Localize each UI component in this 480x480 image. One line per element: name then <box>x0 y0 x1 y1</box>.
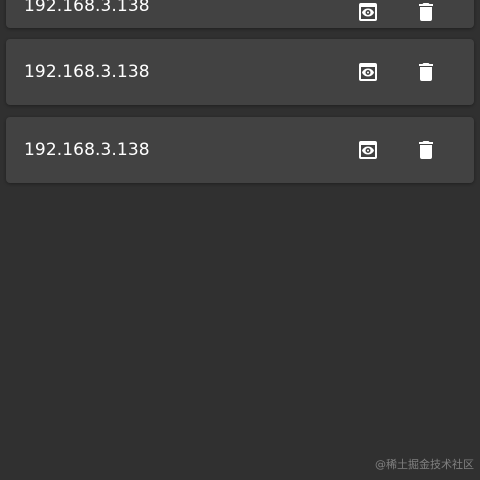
view-button[interactable] <box>350 0 386 30</box>
list-item[interactable]: 192.168.3.138 <box>6 39 474 105</box>
preview-icon <box>356 0 380 24</box>
device-list-screen: 192.168.3.138 192.168.3.138 192.168.3.13… <box>0 0 480 480</box>
preview-icon <box>356 60 380 84</box>
delete-button[interactable] <box>408 0 444 30</box>
watermark: @稀土掘金技术社区 <box>375 458 474 471</box>
list-item[interactable]: 192.168.3.138 <box>6 117 474 183</box>
delete-button[interactable] <box>408 54 444 90</box>
delete-icon <box>414 138 438 162</box>
device-ip-label: 192.168.3.138 <box>24 0 150 16</box>
delete-icon <box>414 0 438 24</box>
view-button[interactable] <box>350 132 386 168</box>
device-ip-label: 192.168.3.138 <box>24 140 150 160</box>
preview-icon <box>356 138 380 162</box>
list-item[interactable]: 192.168.3.138 <box>6 0 474 28</box>
view-button[interactable] <box>350 54 386 90</box>
delete-icon <box>414 60 438 84</box>
device-ip-label: 192.168.3.138 <box>24 62 150 82</box>
delete-button[interactable] <box>408 132 444 168</box>
